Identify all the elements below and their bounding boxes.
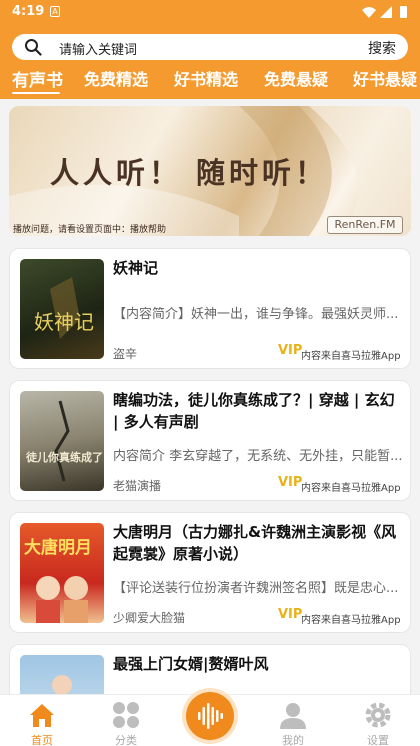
status-time: 4:19 (12, 4, 45, 19)
book-description: 【评论送装行位扮演者许魏洲签名照】既是忠心... (113, 581, 399, 596)
profile-icon[interactable] (279, 701, 307, 729)
status-bar: 4:19 A (0, 0, 420, 24)
book-title[interactable]: 妖神记 (113, 257, 403, 279)
book-card[interactable]: 徒儿你真练成了 瞎编功法，徒儿你真练成了？| 穿越 | 玄幻 | 多人有声剧 内… (9, 380, 411, 501)
cover-art: 妖神记 (34, 277, 94, 339)
category-tabs: 有声书 免费精选 好书精选 免费悬疑 好书悬疑 (0, 62, 420, 94)
book-title[interactable]: 瞎编功法，徒儿你真练成了？| 穿越 | 玄幻 | 多人有声剧 (113, 389, 403, 433)
signal-icon (380, 6, 392, 18)
book-author: 老猫演播 (113, 479, 162, 493)
content-source: 内容来自喜马拉雅App (301, 351, 401, 362)
wifi-icon (362, 7, 376, 18)
player-button[interactable] (186, 692, 234, 740)
banner-caption: 播放问题，请看设置页面中：播放帮助 (13, 225, 167, 235)
tab-audiobooks[interactable]: 有声书 (12, 66, 63, 91)
banner-logo: RenRen.FM (327, 216, 403, 234)
tab-good-suspense[interactable]: 好书悬疑 (353, 66, 417, 90)
tab-free-picks[interactable]: 免费精选 (84, 66, 148, 90)
nav-profile[interactable]: 我的 (253, 695, 333, 746)
active-tab-indicator (12, 92, 60, 94)
content-source: 内容来自喜马拉雅App (301, 483, 401, 494)
nav-category[interactable]: 分类 (86, 695, 166, 746)
cover-art: 大唐明月 (24, 537, 92, 623)
notification-icon: A (50, 6, 60, 17)
nav-settings[interactable]: 设置 (338, 695, 418, 746)
system-status-icons (362, 6, 407, 18)
book-title[interactable]: 最强上门女婿|赘婿叶风 (113, 653, 403, 675)
vip-badge: VIP (278, 343, 303, 358)
category-icon[interactable] (112, 701, 140, 729)
book-description: 内容简介 李玄穿越了，无系统、无外挂，只能暂... (113, 449, 403, 464)
app-header: 4:19 A 请输入关键词 搜索 有声书 免费精选 好书精选 免费悬疑 好书悬疑 (0, 0, 420, 99)
nav-settings-label: 设置 (367, 734, 389, 746)
search-button[interactable]: 搜索 (368, 38, 396, 58)
battery-icon (400, 6, 407, 18)
nav-home[interactable]: 首页 (2, 695, 82, 746)
search-icon[interactable] (24, 38, 42, 56)
book-description: 【内容简介】妖神一出，谁与争锋。最强妖灵师... (113, 307, 399, 322)
content-source: 内容来自喜马拉雅App (301, 615, 401, 626)
banner-title: 人人听！ 随时听！ (49, 156, 329, 190)
book-card[interactable]: 大唐明月 大唐明月（古力娜扎&许魏洲主演影视《风起霓裳》原著小说） 【评论送装行… (9, 512, 411, 633)
book-author: 盗辛 (113, 347, 138, 361)
audio-wave-icon[interactable] (186, 692, 234, 740)
tab-good-books[interactable]: 好书精选 (174, 66, 238, 90)
book-author: 少卿爱大脸猫 (113, 611, 186, 625)
tab-free-suspense[interactable]: 免费悬疑 (264, 66, 328, 90)
settings-icon[interactable] (364, 701, 392, 729)
book-cover[interactable]: 妖神记 (20, 259, 104, 359)
search-input[interactable]: 请输入关键词 (59, 39, 137, 58)
search-bar[interactable]: 请输入关键词 搜索 (12, 34, 408, 60)
cover-title: 妖神记 (34, 310, 94, 334)
book-card[interactable]: 妖神记 妖神记 【内容简介】妖神一出，谁与争锋。最强妖灵师... 盗辛 VIP … (9, 248, 411, 369)
book-cover[interactable]: 徒儿你真练成了 (20, 391, 104, 491)
vip-badge: VIP (278, 607, 303, 622)
book-cover[interactable]: 大唐明月 (20, 523, 104, 623)
nav-home-label: 首页 (31, 734, 53, 746)
cover-art: 徒儿你真练成了 (25, 400, 103, 482)
book-title[interactable]: 大唐明月（古力娜扎&许魏洲主演影视《风起霓裳》原著小说） (113, 521, 403, 565)
promo-banner[interactable]: 人人听！ 随时听！ 播放问题，请看设置页面中：播放帮助 RenRen.FM (9, 106, 411, 236)
vip-badge: VIP (278, 475, 303, 490)
cover-title: 徒儿你真练成了 (25, 450, 103, 464)
nav-profile-label: 我的 (282, 734, 304, 746)
cover-title: 大唐明月 (24, 537, 92, 558)
home-icon[interactable] (28, 701, 56, 729)
nav-category-label: 分类 (115, 734, 137, 746)
